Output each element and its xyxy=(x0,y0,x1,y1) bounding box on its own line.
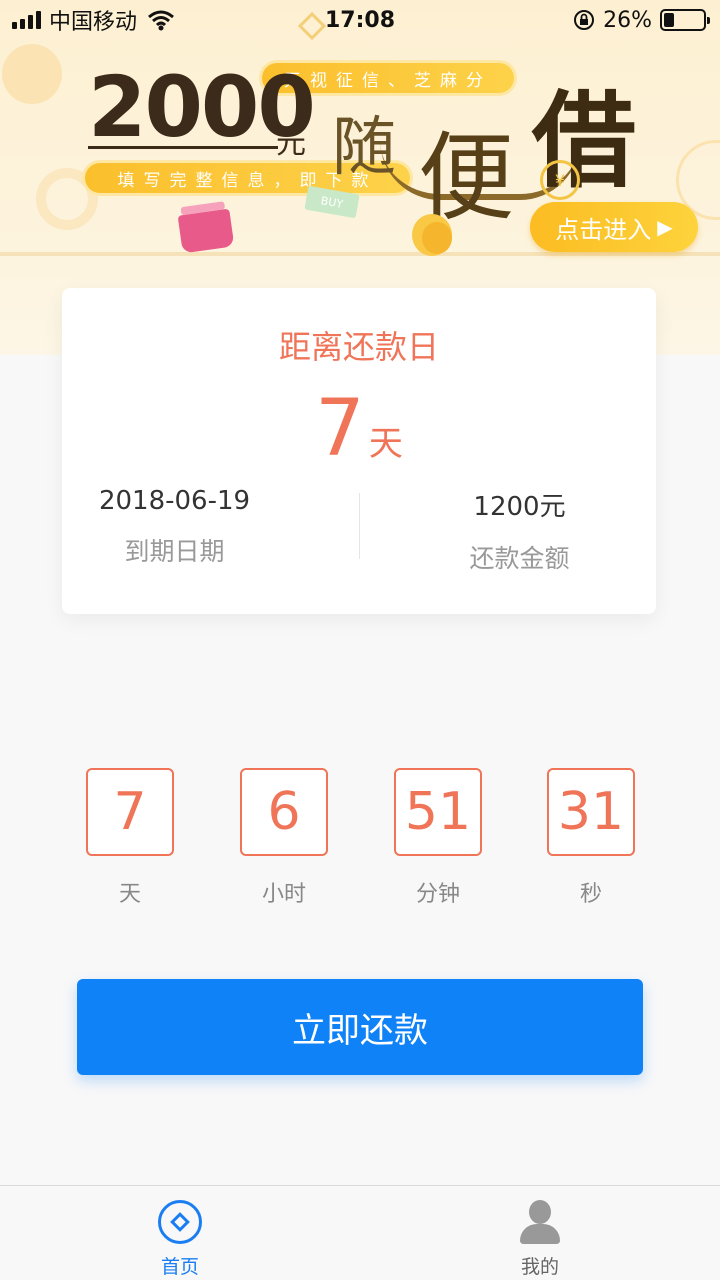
battery-percent: 26% xyxy=(603,7,652,33)
signal-icon xyxy=(12,11,41,29)
card-divider xyxy=(359,493,360,559)
due-date-block: 2018-06-19 到期日期 xyxy=(26,486,323,568)
countdown-days-label: 天 xyxy=(118,882,141,907)
tab-bar: 首页 我的 xyxy=(0,1185,720,1280)
tab-home-label: 首页 xyxy=(160,1256,199,1278)
battery-icon xyxy=(660,9,710,31)
countdown-seconds-label: 秒 xyxy=(579,882,602,907)
gold-coin-icon xyxy=(422,222,452,254)
days-remaining: 7天 xyxy=(62,384,656,474)
repay-now-button[interactable]: 立即还款 xyxy=(77,979,643,1075)
due-date-label: 到期日期 xyxy=(124,537,225,566)
home-icon xyxy=(158,1200,202,1244)
status-bar: 中国移动 17:08 26% xyxy=(0,0,720,40)
user-icon xyxy=(518,1200,562,1244)
countdown-hours-value: 6 xyxy=(240,768,328,856)
slogan-char-1: 随 xyxy=(332,111,396,185)
countdown-hours-label: 小时 xyxy=(261,882,306,907)
countdown-seconds: 31 秒 xyxy=(547,768,635,908)
days-remaining-unit: 天 xyxy=(368,424,403,464)
countdown-days: 7 天 xyxy=(86,768,174,908)
play-arrow-icon: ▶ xyxy=(657,215,673,239)
card-title: 距离还款日 xyxy=(278,328,439,366)
carrier-name: 中国移动 xyxy=(49,10,138,35)
orientation-lock-icon xyxy=(574,10,595,30)
days-remaining-value: 7 xyxy=(315,384,365,474)
tab-mine[interactable]: 我的 xyxy=(480,1200,600,1279)
enter-button[interactable]: 点击进入 ▶ xyxy=(530,202,698,252)
due-date-value: 2018-06-19 xyxy=(98,486,251,516)
countdown-hours: 6 小时 xyxy=(240,768,328,908)
repay-amount-value: 1200元 xyxy=(473,492,566,522)
tab-home[interactable]: 首页 xyxy=(120,1200,240,1279)
wifi-icon xyxy=(148,10,174,31)
promo-amount-unit: 元 xyxy=(276,126,306,161)
enter-button-label: 点击进入 xyxy=(555,215,652,244)
countdown-seconds-value: 31 xyxy=(547,768,635,856)
battery-fill xyxy=(664,13,674,27)
repayment-card: 距离还款日 7天 2018-06-19 到期日期 1200元 还款金额 xyxy=(62,288,656,614)
decor-circle xyxy=(2,44,62,104)
shopping-basket-icon xyxy=(177,208,235,254)
decor-line xyxy=(0,252,720,256)
countdown-minutes-value: 51 xyxy=(394,768,482,856)
tab-mine-label: 我的 xyxy=(520,1256,559,1278)
repay-amount-label: 还款金额 xyxy=(469,544,570,573)
yuan-coin-icon: ¥ xyxy=(540,160,580,200)
amount-underline xyxy=(88,146,278,149)
repay-amount-block: 1200元 还款金额 xyxy=(371,486,668,575)
countdown-minutes: 51 分钟 xyxy=(394,768,482,908)
countdown-minutes-label: 分钟 xyxy=(415,882,460,907)
countdown-days-value: 7 xyxy=(86,768,174,856)
